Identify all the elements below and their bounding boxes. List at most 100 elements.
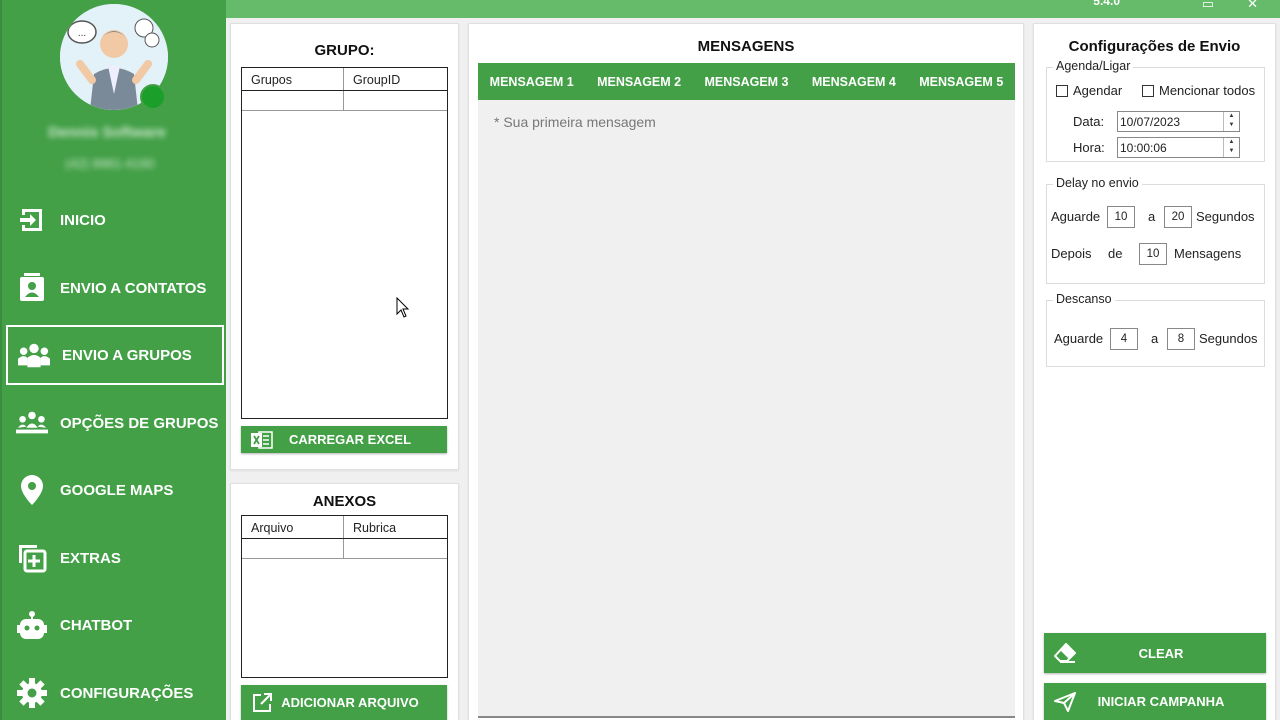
clear-button[interactable]: CLEAR bbox=[1044, 633, 1266, 673]
nav-google-maps-label: GOOGLE MAPS bbox=[60, 481, 174, 499]
excel-icon bbox=[251, 429, 273, 451]
carregar-excel-button[interactable]: CARREGAR EXCEL bbox=[241, 426, 447, 453]
nav-chatbot-label: CHATBOT bbox=[60, 616, 133, 634]
nav-opcoes-grupos[interactable]: OPÇÕES DE GRUPOS bbox=[6, 393, 224, 453]
delay-max-input[interactable]: 20 bbox=[1164, 206, 1192, 228]
delay-legend: Delay no envio bbox=[1053, 176, 1142, 190]
grupo-table[interactable]: Grupos GroupID bbox=[241, 67, 448, 419]
user-name: Dennis Software bbox=[48, 124, 166, 141]
group-icon bbox=[18, 339, 50, 371]
agendar-label: Agendar bbox=[1073, 83, 1123, 98]
data-picker[interactable]: 10/07/2023 ▲ ▼ bbox=[1117, 111, 1240, 132]
descanso-segundos-label: Segundos bbox=[1199, 331, 1258, 346]
tab-mensagem-4[interactable]: MENSAGEM 4 bbox=[812, 75, 896, 89]
config-panel: Configurações de Envio Agenda/Ligar Agen… bbox=[1033, 23, 1276, 720]
nav-envio-contatos-label: ENVIO A CONTATOS bbox=[60, 279, 207, 297]
tab-mensagem-1[interactable]: MENSAGEM 1 bbox=[490, 75, 574, 89]
anexos-title: ANEXOS bbox=[312, 493, 377, 510]
delay-group: Delay no envio Aguarde 10 a 20 Segundos … bbox=[1046, 176, 1265, 284]
anexos-table[interactable]: Arquivo Rubrica bbox=[241, 515, 448, 678]
mencionar-todos-label: Mencionar todos bbox=[1159, 83, 1256, 98]
table-row[interactable] bbox=[242, 539, 447, 559]
tab-mensagem-5[interactable]: MENSAGEM 5 bbox=[919, 75, 1003, 89]
mensagens-label: Mensagens bbox=[1174, 246, 1242, 261]
clear-label: CLEAR bbox=[1138, 645, 1184, 661]
nav-opcoes-grupos-label: OPÇÕES DE GRUPOS bbox=[60, 414, 219, 432]
nav-envio-grupos[interactable]: ENVIO A GRUPOS bbox=[6, 325, 224, 385]
nav-envio-grupos-label: ENVIO A GRUPOS bbox=[62, 346, 192, 364]
delay-aguarde-label: Aguarde bbox=[1051, 209, 1101, 224]
descanso-a-label: a bbox=[1151, 331, 1159, 346]
nav-chatbot[interactable]: CHATBOT bbox=[6, 595, 224, 655]
nav-configuracoes[interactable]: CONFIGURAÇÕES bbox=[6, 663, 224, 720]
mencionar-todos-checkbox[interactable] bbox=[1142, 85, 1154, 97]
nav-extras[interactable]: EXTRAS bbox=[6, 528, 224, 588]
agendar-checkbox[interactable] bbox=[1056, 85, 1068, 97]
agenda-group: Agenda/Ligar Agendar Mencionar todos Dat… bbox=[1046, 59, 1265, 162]
descanso-aguarde-label: Aguarde bbox=[1054, 331, 1104, 346]
add-copy-icon bbox=[16, 542, 48, 574]
grupo-table-header: Grupos GroupID bbox=[242, 68, 447, 91]
depois-label: Depois bbox=[1051, 246, 1092, 261]
adicionar-arquivo-label: ADICIONAR ARQUIVO bbox=[281, 695, 419, 710]
version-label: 5.4.0 bbox=[1093, 0, 1120, 8]
iniciar-campanha-label: INICIAR CAMPANHA bbox=[1097, 694, 1225, 709]
group-options-icon bbox=[16, 407, 48, 439]
gear-icon bbox=[16, 677, 48, 709]
tab-mensagem-2[interactable]: MENSAGEM 2 bbox=[597, 75, 681, 89]
delay-count-input[interactable]: 10 bbox=[1139, 243, 1167, 265]
grupo-title: GRUPO: bbox=[314, 42, 375, 59]
carregar-excel-label: CARREGAR EXCEL bbox=[288, 432, 412, 447]
delay-min-input[interactable]: 10 bbox=[1107, 206, 1135, 228]
config-title: Configurações de Envio bbox=[1068, 38, 1241, 55]
descanso-min-input[interactable]: 4 bbox=[1110, 328, 1138, 350]
user-phone: (42) 9981-4190 bbox=[65, 156, 155, 171]
data-label: Data: bbox=[1073, 114, 1105, 129]
external-link-icon bbox=[251, 692, 273, 714]
close-icon[interactable]: ✕ bbox=[1247, 0, 1258, 12]
nav-envio-contatos[interactable]: ENVIO A CONTATOS bbox=[6, 258, 224, 318]
tab-mensagem-3[interactable]: MENSAGEM 3 bbox=[704, 75, 788, 89]
hora-label: Hora: bbox=[1073, 140, 1105, 155]
message-tabs: MENSAGEM 1 MENSAGEM 2 MENSAGEM 3 MENSAGE… bbox=[478, 63, 1015, 100]
descanso-max-input[interactable]: 8 bbox=[1167, 328, 1195, 350]
nav-configuracoes-label: CONFIGURAÇÕES bbox=[60, 684, 194, 702]
svg-text:...: ... bbox=[78, 28, 86, 39]
column-header-grupos[interactable]: Grupos bbox=[242, 68, 344, 90]
maximize-icon[interactable]: ▭ bbox=[1202, 0, 1214, 12]
column-header-groupid[interactable]: GroupID bbox=[344, 68, 400, 90]
map-pin-icon bbox=[16, 474, 48, 506]
descanso-legend: Descanso bbox=[1053, 292, 1115, 306]
data-value: 10/07/2023 bbox=[1120, 115, 1181, 129]
message-placeholder: * Sua primeira mensagem bbox=[494, 114, 656, 130]
delay-a-label: a bbox=[1148, 209, 1156, 224]
hora-spinner[interactable]: ▲ ▼ bbox=[1223, 138, 1239, 157]
nav-inicio[interactable]: INICIO bbox=[6, 190, 224, 250]
nav-google-maps[interactable]: GOOGLE MAPS bbox=[6, 460, 224, 520]
send-icon bbox=[1054, 691, 1076, 713]
de-label: de bbox=[1108, 246, 1123, 261]
column-header-arquivo[interactable]: Arquivo bbox=[242, 516, 344, 538]
online-status-dot bbox=[140, 84, 166, 110]
adicionar-arquivo-button[interactable]: ADICIONAR ARQUIVO bbox=[241, 685, 447, 720]
robot-icon bbox=[16, 609, 48, 641]
nav-inicio-label: INICIO bbox=[60, 211, 106, 229]
nav-extras-label: EXTRAS bbox=[60, 549, 121, 567]
sidebar: ... Dennis Software (42) 9981-4190 INICI… bbox=[0, 0, 226, 720]
mensagens-title: MENSAGENS bbox=[697, 38, 795, 55]
arrow-right-box-icon bbox=[16, 204, 48, 236]
contact-card-icon bbox=[16, 272, 48, 304]
eraser-icon bbox=[1054, 642, 1076, 664]
descanso-group: Descanso Aguarde 4 a 8 Segundos bbox=[1046, 292, 1265, 367]
mouse-cursor-icon bbox=[396, 296, 410, 324]
column-header-rubrica[interactable]: Rubrica bbox=[344, 516, 396, 538]
hora-value: 10:00:06 bbox=[1120, 141, 1167, 155]
data-spinner[interactable]: ▲ ▼ bbox=[1223, 112, 1239, 131]
table-row[interactable] bbox=[242, 91, 447, 111]
message-textarea[interactable]: * Sua primeira mensagem bbox=[478, 100, 1015, 718]
delay-segundos-label: Segundos bbox=[1196, 209, 1255, 224]
iniciar-campanha-button[interactable]: INICIAR CAMPANHA bbox=[1044, 683, 1266, 720]
title-bar: 5.4.0 ▭ ✕ bbox=[226, 0, 1280, 18]
hora-picker[interactable]: 10:00:06 ▲ ▼ bbox=[1117, 137, 1240, 158]
anexos-table-header: Arquivo Rubrica bbox=[242, 516, 447, 539]
